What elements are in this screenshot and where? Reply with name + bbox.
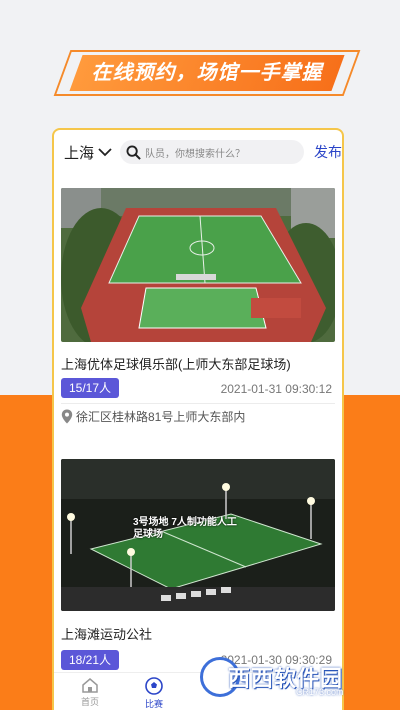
venue-address: 徐汇区桂林路81号上师大东部内 <box>61 408 245 425</box>
venue-photo[interactable]: 3号场地 7人制功能人工足球场 <box>61 459 335 611</box>
address-text: 徐汇区桂林路81号上师大东部内 <box>76 410 246 424</box>
venue-photo[interactable] <box>61 188 335 342</box>
location-pin-icon <box>61 409 73 424</box>
chevron-down-icon <box>98 148 112 157</box>
search-icon <box>126 144 141 160</box>
soccer-ball-icon <box>145 677 163 695</box>
banner-slogan: 在线预约，场馆一手掌握 <box>91 62 323 84</box>
post-time: 2021-01-31 09:30:12 <box>220 382 332 396</box>
tab-match-label: 比赛 <box>144 699 163 709</box>
city-selector[interactable]: 上海 <box>64 142 112 163</box>
tab-home-label: 首页 <box>80 697 99 707</box>
site-watermark: 西西软件园 CR173.com <box>200 655 390 701</box>
watermark-subtext: CR173.com <box>296 687 344 697</box>
tab-home[interactable]: 首页 <box>60 677 120 708</box>
venue-title[interactable]: 上海滩运动公社 <box>61 624 152 643</box>
city-label: 上海 <box>64 144 95 162</box>
players-count-badge: 15/17人 <box>61 378 120 398</box>
divider <box>61 403 335 404</box>
search-input[interactable]: 队员，你想搜索什么？ <box>120 140 304 164</box>
home-icon <box>82 678 98 693</box>
phone-screen: 上海 队员，你想搜索什么？ 发布 上海优体足球俱乐部(上师大东部足球场) 15/… <box>52 128 344 710</box>
top-bar: 上海 队员，你想搜索什么？ 发布 <box>54 130 342 174</box>
players-count-badge: 18/21人 <box>61 650 120 670</box>
tab-match[interactable]: 比赛 <box>124 677 184 710</box>
search-placeholder: 队员，你想搜索什么？ <box>145 148 246 160</box>
publish-button[interactable]: 发布 <box>314 142 342 162</box>
image-caption: 3号场地 7人制功能人工足球场 <box>133 517 237 540</box>
venue-title[interactable]: 上海优体足球俱乐部(上师大东部足球场) <box>61 354 291 373</box>
